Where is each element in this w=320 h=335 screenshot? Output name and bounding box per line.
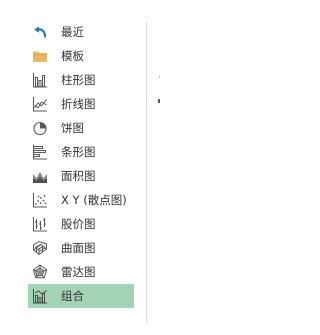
sidebar-item-label: 折线图: [61, 97, 96, 111]
sidebar-item-label: 面积图: [61, 169, 96, 183]
pie-chart-icon: [32, 120, 48, 136]
sidebar-item-label: 模板: [61, 49, 84, 63]
preview-fragment: [159, 76, 160, 78]
sidebar-item-column[interactable]: 柱形图: [28, 68, 134, 92]
sidebar-item-surface[interactable]: 曲面图: [28, 236, 134, 260]
line-chart-icon: [32, 96, 48, 112]
combo-chart-icon: [32, 288, 48, 304]
area-chart-icon: [32, 168, 48, 184]
sidebar-item-label: 条形图: [61, 145, 96, 159]
sidebar-item-label: 组合: [61, 289, 84, 303]
bar-chart-icon: [32, 144, 48, 160]
chart-type-sidebar: 最近 模板 柱形图 折线图 饼图 条形图 面积图 X Y (散点图) 股价图 曲…: [28, 20, 134, 308]
recent-undo-arrow-icon: [32, 24, 48, 40]
sidebar-item-label: 柱形图: [61, 73, 96, 87]
sidebar-item-stock[interactable]: 股价图: [28, 212, 134, 236]
sidebar-item-pie[interactable]: 饼图: [28, 116, 134, 140]
surface-chart-icon: [32, 240, 48, 256]
sidebar-item-label: X Y (散点图): [61, 193, 127, 207]
sidebar-item-combo[interactable]: 组合: [28, 284, 134, 308]
radar-chart-icon: [32, 264, 48, 280]
sidebar-item-label: 饼图: [61, 121, 84, 135]
folder-icon: [32, 48, 48, 64]
sidebar-item-bar[interactable]: 条形图: [28, 140, 134, 164]
panel-divider: [146, 22, 147, 324]
sidebar-item-label: 曲面图: [61, 241, 96, 255]
sidebar-item-label: 雷达图: [61, 265, 96, 279]
sidebar-item-line[interactable]: 折线图: [28, 92, 134, 116]
sidebar-item-label: 最近: [61, 25, 84, 39]
column-chart-icon: [32, 72, 48, 88]
preview-fragment: [158, 99, 160, 103]
sidebar-item-radar[interactable]: 雷达图: [28, 260, 134, 284]
sidebar-item-templates[interactable]: 模板: [28, 44, 134, 68]
stock-chart-icon: [32, 216, 48, 232]
sidebar-item-label: 股价图: [61, 217, 96, 231]
scatter-chart-icon: [32, 192, 48, 208]
sidebar-item-area[interactable]: 面积图: [28, 164, 134, 188]
sidebar-item-scatter[interactable]: X Y (散点图): [28, 188, 134, 212]
sidebar-item-recent[interactable]: 最近: [28, 20, 134, 44]
